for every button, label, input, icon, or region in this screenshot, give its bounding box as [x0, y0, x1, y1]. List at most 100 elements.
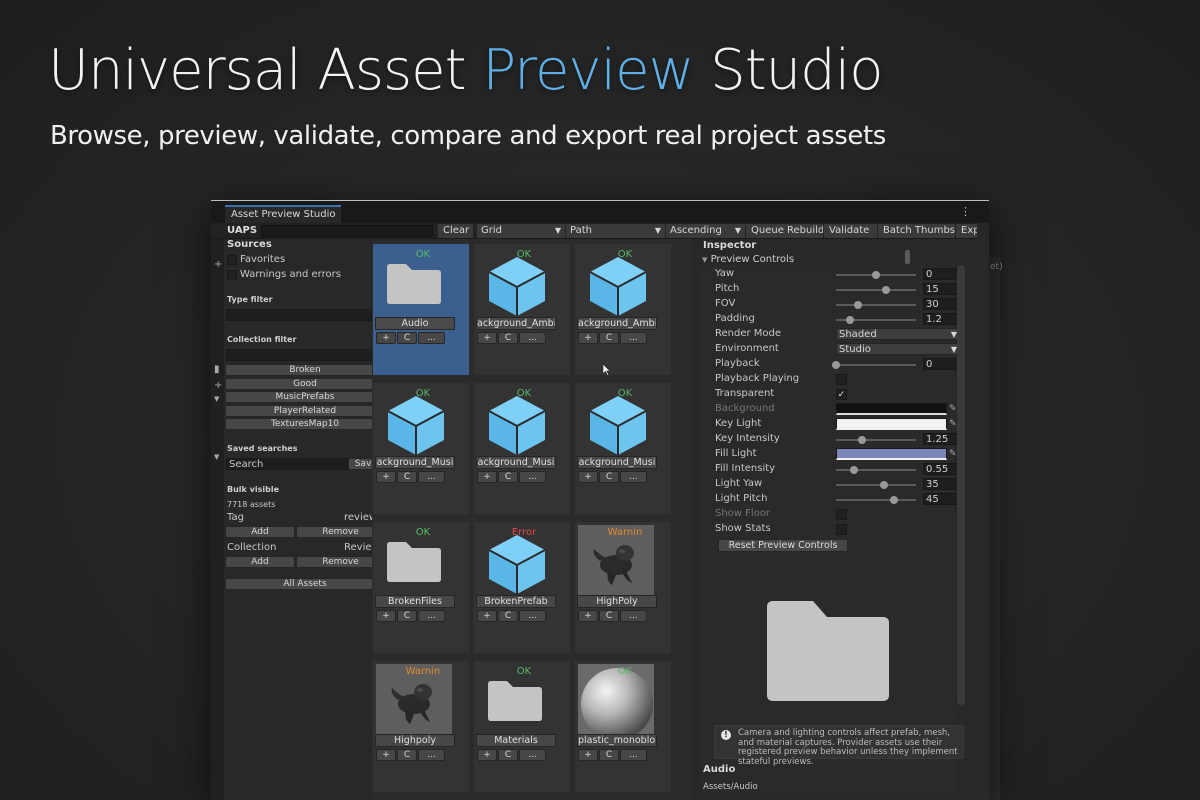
asset-name-label[interactable]: BrokenPrefab: [476, 595, 556, 608]
asset-name-label[interactable]: ackground_Musi: [577, 456, 657, 469]
fill-intensity-slider-track[interactable]: [836, 469, 916, 471]
type-filter-input[interactable]: [226, 309, 372, 321]
show-stats-checkbox[interactable]: [836, 524, 847, 535]
more-options-button[interactable]: ...: [418, 471, 445, 483]
batch-thumbs-button[interactable]: Batch Thumbs: [877, 224, 955, 238]
add-to-selection-button[interactable]: +: [376, 471, 396, 483]
plus-icon[interactable]: +: [214, 380, 222, 391]
asset-card[interactable]: Warnin Highpoly + C...: [373, 661, 469, 792]
yaw-value-field[interactable]: 0: [923, 268, 961, 280]
compare-button[interactable]: C: [397, 471, 417, 483]
asset-name-label[interactable]: Audio: [375, 317, 455, 330]
asset-card[interactable]: OK ackground_Musi + C...: [474, 383, 570, 514]
playback-value-field[interactable]: 0: [923, 358, 961, 370]
pitch-value-field[interactable]: 15: [923, 283, 961, 295]
asset-card[interactable]: OK BrokenFiles + C...: [373, 522, 469, 653]
export-button[interactable]: Exp: [955, 224, 977, 238]
compare-button[interactable]: C: [498, 471, 518, 483]
asset-name-label[interactable]: ackground_Musi: [375, 456, 455, 469]
key-light-color-field[interactable]: [836, 418, 947, 430]
key-intensity-value-field[interactable]: 1.25: [923, 433, 961, 445]
more-options-button[interactable]: ...: [418, 749, 445, 761]
more-options-button[interactable]: ...: [620, 749, 647, 761]
padding-slider-knob[interactable]: [845, 316, 854, 324]
add-to-selection-button[interactable]: +: [578, 471, 598, 483]
asset-card[interactable]: OK Materials + C...: [474, 661, 570, 792]
asset-name-label[interactable]: Highpoly: [375, 734, 455, 747]
collection-remove-button[interactable]: Remove: [296, 556, 372, 568]
add-to-selection-button[interactable]: +: [477, 610, 497, 622]
asset-card[interactable]: OK ackground_Ambi + C...: [474, 244, 570, 375]
add-to-selection-button[interactable]: +: [376, 332, 396, 344]
collection-texturesmap10-button[interactable]: TexturesMap10: [225, 418, 372, 430]
compare-button[interactable]: C: [599, 749, 619, 761]
fov-slider-knob[interactable]: [853, 301, 862, 309]
queue-rebuild-button[interactable]: Queue Rebuild: [745, 224, 824, 238]
all-assets-button[interactable]: All Assets: [225, 578, 372, 590]
add-to-selection-button[interactable]: +: [477, 332, 497, 344]
window-tab[interactable]: Asset Preview Studio: [225, 205, 342, 223]
more-options-button[interactable]: ...: [519, 610, 546, 622]
asset-card[interactable]: Error BrokenPrefab + C...: [474, 522, 570, 653]
saved-search-input[interactable]: Search: [226, 458, 348, 470]
compare-button[interactable]: C: [397, 332, 417, 344]
show-floor-checkbox[interactable]: [836, 509, 847, 520]
asset-card[interactable]: OK ackground_Ambi + C...: [575, 244, 671, 375]
asset-card[interactable]: OK ackground_Musi + C...: [373, 383, 469, 514]
collection-broken-button[interactable]: Broken: [225, 364, 372, 376]
fill-intensity-value-field[interactable]: 0.55: [923, 463, 961, 475]
fill-light-color-field[interactable]: [836, 448, 947, 460]
pitch-slider-knob[interactable]: [882, 286, 891, 294]
view-mode-dropdown[interactable]: Grid ▼: [476, 224, 565, 238]
fov-slider-track[interactable]: [836, 304, 916, 306]
light-pitch-slider-track[interactable]: [836, 499, 916, 501]
tag-input[interactable]: review: [342, 512, 372, 524]
more-options-button[interactable]: ...: [519, 471, 546, 483]
add-to-selection-button[interactable]: +: [477, 471, 497, 483]
more-options-button[interactable]: ...: [519, 749, 546, 761]
sort-field-dropdown[interactable]: Path ▼: [565, 224, 665, 238]
render-mode-dropdown[interactable]: Shaded ▼: [836, 328, 961, 340]
pitch-slider-track[interactable]: [836, 289, 916, 291]
compare-button[interactable]: C: [397, 749, 417, 761]
save-search-button[interactable]: Sav: [348, 458, 372, 470]
inspector-scrollbar[interactable]: [957, 265, 965, 705]
toolbar-search-input[interactable]: [261, 225, 433, 237]
validate-button[interactable]: Validate: [823, 224, 877, 238]
compare-button[interactable]: C: [599, 471, 619, 483]
transparent-checkbox[interactable]: ✓: [836, 389, 847, 400]
more-options-button[interactable]: ...: [418, 610, 445, 622]
add-to-selection-button[interactable]: +: [578, 332, 598, 344]
light-yaw-value-field[interactable]: 35: [923, 478, 961, 490]
sort-order-dropdown[interactable]: Ascending ▼: [665, 224, 745, 238]
tag-remove-button[interactable]: Remove: [296, 526, 372, 538]
asset-name-label[interactable]: BrokenFiles: [375, 595, 455, 608]
asset-card[interactable]: OK plastic_monoblo.. + C...: [575, 661, 671, 792]
collection-filter-input[interactable]: [226, 349, 372, 361]
light-yaw-slider-knob[interactable]: [880, 481, 888, 489]
add-to-selection-button[interactable]: +: [578, 610, 598, 622]
more-options-button[interactable]: ...: [519, 332, 546, 344]
key-intensity-slider-track[interactable]: [836, 439, 916, 441]
more-options-button[interactable]: ...: [418, 332, 445, 344]
background-color-field[interactable]: [836, 403, 947, 415]
collection-musicprefabs-button[interactable]: MusicPrefabs: [225, 391, 372, 403]
tag-add-button[interactable]: Add: [225, 526, 295, 538]
reset-preview-controls-button[interactable]: Reset Preview Controls: [718, 539, 848, 552]
compare-button[interactable]: C: [599, 610, 619, 622]
fill-intensity-slider-knob[interactable]: [849, 466, 858, 474]
more-options-button[interactable]: ...: [620, 471, 647, 483]
favorites-checkbox[interactable]: [227, 255, 237, 265]
add-to-selection-button[interactable]: +: [578, 749, 598, 761]
playback-slider-knob[interactable]: [832, 361, 840, 369]
collection-add-button[interactable]: Add: [225, 556, 295, 568]
light-pitch-value-field[interactable]: 45: [923, 493, 961, 505]
padding-value-field[interactable]: 1.2: [923, 313, 961, 325]
compare-button[interactable]: C: [498, 332, 518, 344]
asset-card[interactable]: Warnin HighPoly + C...: [575, 522, 671, 653]
kebab-menu-icon[interactable]: ⋮: [960, 206, 971, 218]
add-to-selection-button[interactable]: +: [376, 610, 396, 622]
collection-good-button[interactable]: Good: [225, 378, 372, 390]
collection-playerrelated-button[interactable]: PlayerRelated: [225, 405, 372, 417]
asset-name-label[interactable]: HighPoly: [577, 595, 657, 608]
